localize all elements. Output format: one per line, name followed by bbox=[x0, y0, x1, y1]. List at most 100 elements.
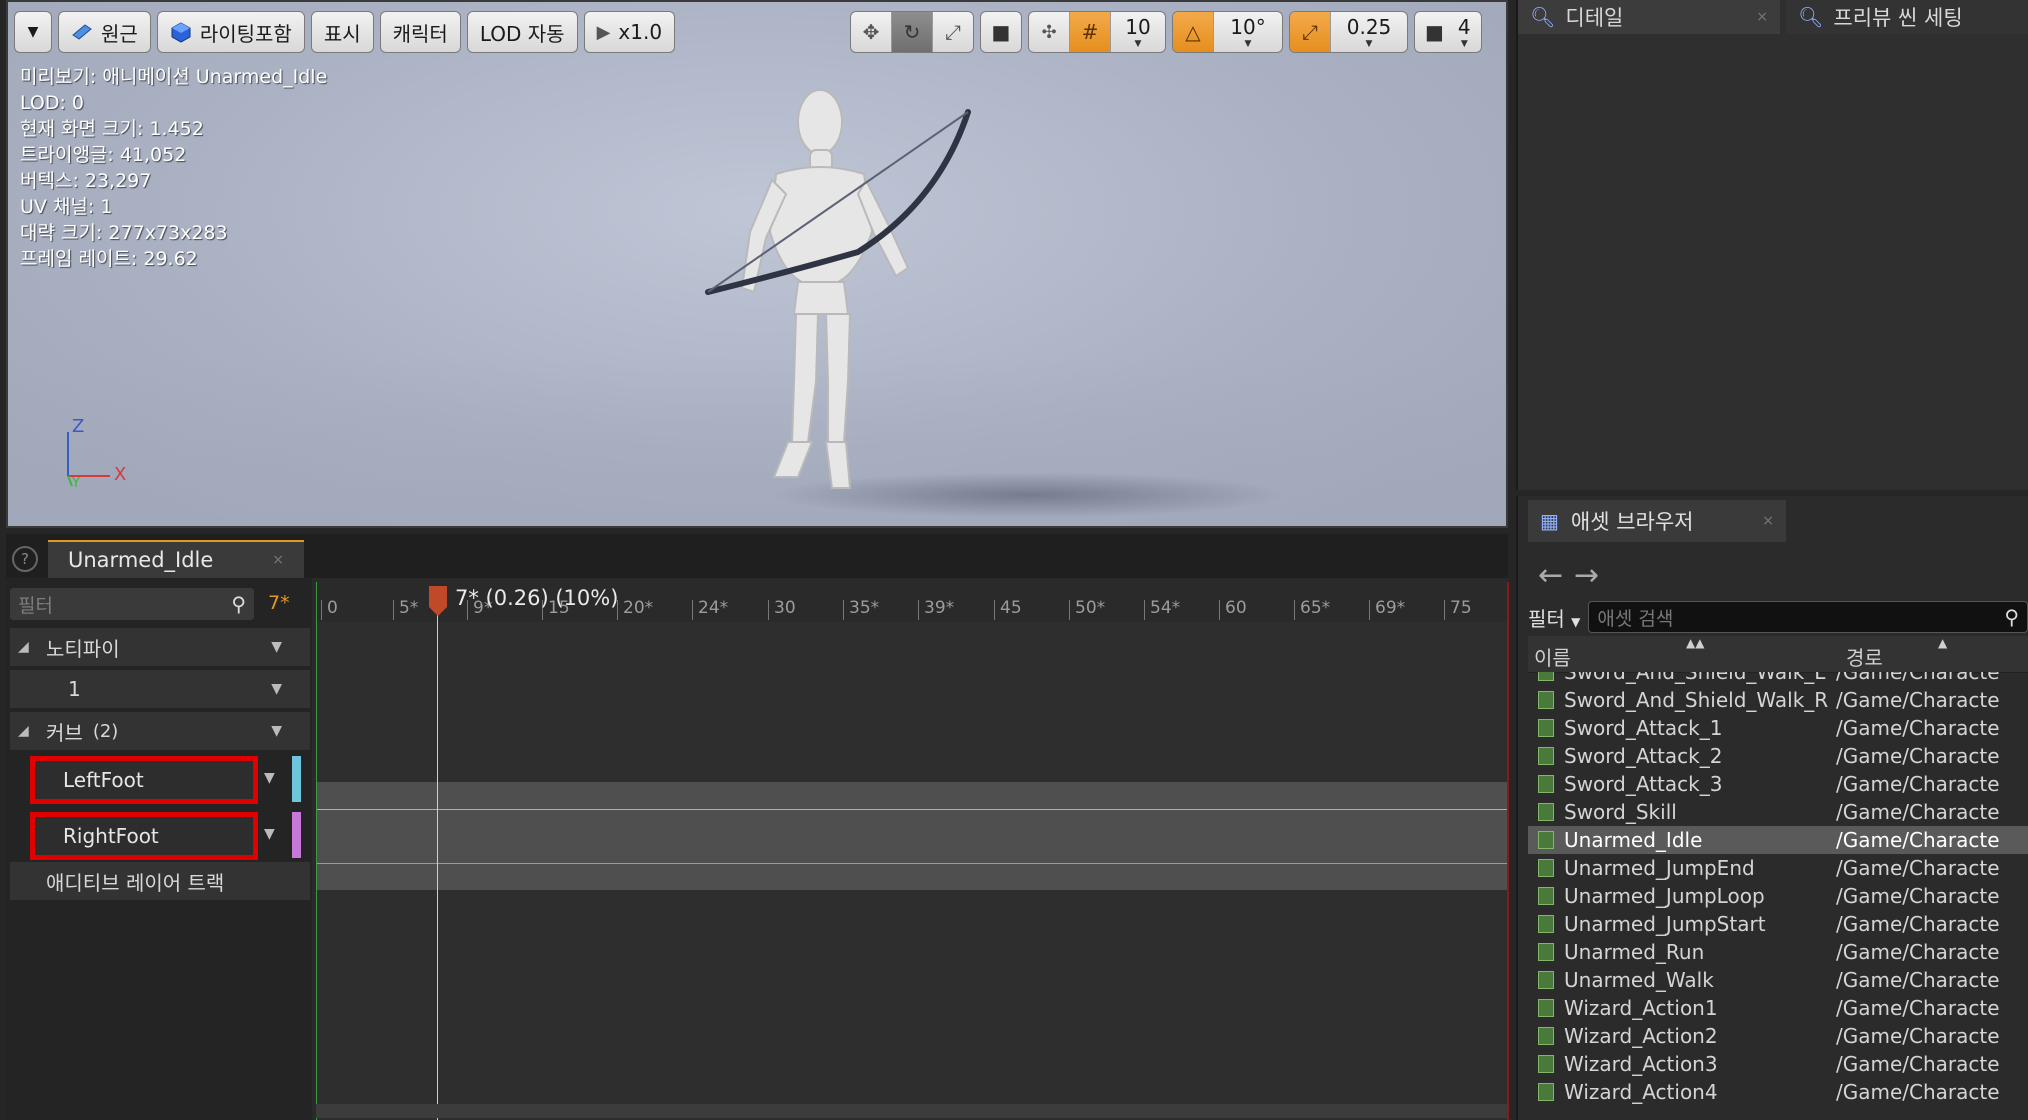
list-item-selected[interactable]: Unarmed_Idle/Game/Characte bbox=[1528, 826, 2028, 854]
asset-name: Sword_And_Shield_Walk_L bbox=[1564, 672, 1826, 684]
search-icon: ⚲ bbox=[231, 592, 246, 616]
ruler-tick: 39* bbox=[917, 598, 955, 620]
character-button[interactable]: 캐릭터 bbox=[379, 11, 461, 53]
chevron-down-icon[interactable]: ▼ bbox=[264, 770, 275, 786]
filter-dropdown[interactable]: 필터 ▼ bbox=[1528, 603, 1580, 632]
anim-sequence-icon bbox=[1538, 831, 1554, 849]
chevron-down-icon[interactable]: ▼ bbox=[264, 826, 275, 842]
list-item[interactable]: Sword_Attack_2/Game/Characte bbox=[1528, 742, 2028, 770]
cube-lit-icon bbox=[171, 22, 191, 43]
tab-asset-browser[interactable]: ▦ 애셋 브라우저 × bbox=[1528, 500, 1786, 542]
asset-path: /Game/Characte bbox=[1836, 744, 2000, 768]
stat-screen-size: 현재 화면 크기: 1.452 bbox=[20, 118, 204, 140]
transform-mode-group: ✥ ↻ ⤢ bbox=[850, 11, 974, 53]
list-item[interactable]: Sword_Attack_1/Game/Characte bbox=[1528, 714, 2028, 742]
close-icon[interactable]: × bbox=[1762, 513, 1774, 529]
rotation-snap-group: △ 10° ▼ bbox=[1172, 11, 1283, 53]
translate-icon[interactable]: ✥ bbox=[851, 12, 892, 52]
column-name[interactable]: 이름 bbox=[1534, 642, 1571, 671]
stat-preview: 미리보기: 애니메이션 Unarmed_Idle bbox=[20, 66, 328, 88]
track-filter-input[interactable]: 필터 ⚲ bbox=[10, 588, 254, 620]
ruler-tick: 30 bbox=[768, 598, 796, 620]
playback-speed-button[interactable]: ▶ x1.0 bbox=[583, 11, 676, 53]
close-icon[interactable]: × bbox=[272, 552, 284, 568]
list-item[interactable]: Unarmed_JumpEnd/Game/Characte bbox=[1528, 854, 2028, 882]
scale-icon[interactable]: ⤢ bbox=[933, 12, 973, 52]
rotation-snap-icon[interactable]: △ bbox=[1173, 12, 1214, 52]
notify-track-row[interactable]: 1 ▼ bbox=[10, 670, 310, 708]
timeline-scrollbar[interactable] bbox=[316, 1104, 1508, 1118]
curve-lane-leftfoot[interactable] bbox=[317, 782, 1509, 836]
list-item[interactable]: Wizard_Action4/Game/Characte bbox=[1528, 1078, 2028, 1106]
preview-viewport[interactable]: ▼ 원근 라이팅포함 표시 캐릭터 LOD 자동 ▶ x1.0 ✥ ↻ ⤢ ■ … bbox=[6, 0, 1508, 528]
grid-snap-icon[interactable]: # bbox=[1070, 12, 1111, 52]
camera-speed-button[interactable]: ■ 4 ▼ bbox=[1414, 11, 1482, 53]
asset-search-input[interactable]: 애셋 검색 ⚲ bbox=[1588, 601, 2028, 633]
timeline-area[interactable]: 0 5* 9* 15 20* 24* 30 35* 39* 45 50* 54*… bbox=[316, 582, 1509, 1120]
curve-rightfoot[interactable]: RightFoot bbox=[30, 812, 258, 860]
back-arrow-icon[interactable]: ← bbox=[1538, 558, 1563, 593]
ruler-tick: 45 bbox=[994, 598, 1022, 620]
rotation-snap-value-button[interactable]: 10° ▼ bbox=[1214, 12, 1282, 52]
chevron-down-icon: ▼ bbox=[27, 24, 39, 40]
show-button[interactable]: 표시 bbox=[310, 11, 374, 53]
tab-unarmed-idle[interactable]: Unarmed_Idle × bbox=[48, 540, 304, 578]
asset-name: Unarmed_Walk bbox=[1564, 968, 1714, 992]
sort-icon: ▲ bbox=[1938, 636, 1948, 650]
curve-leftfoot[interactable]: LeftFoot bbox=[30, 756, 258, 804]
asset-name: Unarmed_Idle bbox=[1564, 828, 1703, 852]
rotate-icon[interactable]: ↻ bbox=[892, 12, 933, 52]
asset-filter-row: 필터 ▼ 애셋 검색 ⚲ bbox=[1528, 600, 2028, 634]
column-path[interactable]: 경로 bbox=[1846, 642, 1883, 671]
viewport-options-button[interactable]: ▼ bbox=[14, 11, 52, 53]
lighting-button[interactable]: 라이팅포함 bbox=[156, 11, 305, 53]
viewport-toolbar-left: ▼ 원근 라이팅포함 표시 캐릭터 LOD 자동 ▶ x1.0 bbox=[14, 10, 676, 54]
surface-snap-icon[interactable]: ✣ bbox=[1029, 12, 1070, 52]
anim-sequence-icon bbox=[1538, 747, 1554, 765]
lighting-label: 라이팅포함 bbox=[199, 21, 292, 46]
notify-header-row[interactable]: ◢ 노티파이 ▼ bbox=[10, 628, 310, 666]
list-item[interactable]: Sword_Attack_3/Game/Characte bbox=[1528, 770, 2028, 798]
asset-path: /Game/Characte bbox=[1836, 772, 2000, 796]
anim-tab-label: Unarmed_Idle bbox=[68, 548, 214, 572]
character-label: 캐릭터 bbox=[392, 21, 448, 46]
help-icon[interactable]: ? bbox=[12, 546, 38, 572]
axis-y-label: Y bbox=[72, 476, 80, 491]
list-item[interactable]: Wizard_Action1/Game/Characte bbox=[1528, 994, 2028, 1022]
list-item[interactable]: Unarmed_JumpStart/Game/Characte bbox=[1528, 910, 2028, 938]
list-item[interactable]: Unarmed_Walk/Game/Characte bbox=[1528, 966, 2028, 994]
tab-preview-scene-settings[interactable]: 🔍︎ 프리뷰 씬 세팅 bbox=[1786, 0, 2028, 34]
forward-arrow-icon[interactable]: → bbox=[1574, 558, 1599, 593]
perspective-button[interactable]: 원근 bbox=[58, 11, 151, 53]
lod-button[interactable]: LOD 자동 bbox=[466, 11, 578, 53]
list-item[interactable]: Wizard_Action2/Game/Characte bbox=[1528, 1022, 2028, 1050]
chevron-down-icon[interactable]: ▼ bbox=[271, 639, 282, 655]
list-item[interactable]: Sword_Skill/Game/Characte bbox=[1528, 798, 2028, 826]
ruler-tick: 50* bbox=[1068, 598, 1106, 620]
lod-label: LOD 자동 bbox=[479, 21, 565, 46]
curves-header-row[interactable]: ◢ 커브 (2) ▼ bbox=[10, 712, 310, 750]
list-item[interactable]: Wizard_Action3/Game/Characte bbox=[1528, 1050, 2028, 1078]
asset-grid-icon: ▦ bbox=[1540, 509, 1559, 533]
additive-track-label: 애디티브 레이어 트랙 bbox=[46, 870, 225, 895]
tab-details[interactable]: 🔍︎ 디테일 × bbox=[1518, 0, 1780, 34]
grid-snap-value-button[interactable]: 10 ▼ bbox=[1111, 12, 1165, 52]
list-item[interactable]: Sword_And_Shield_Walk_R/Game/Characte bbox=[1528, 686, 2028, 714]
chevron-down-icon[interactable]: ▼ bbox=[271, 723, 282, 739]
camera-speed-value: 4 bbox=[1457, 15, 1471, 39]
close-icon[interactable]: × bbox=[1756, 9, 1768, 25]
world-local-button[interactable]: ■ bbox=[980, 11, 1022, 53]
chevron-down-icon[interactable]: ▼ bbox=[271, 681, 282, 697]
collapse-triangle-icon[interactable]: ◢ bbox=[18, 639, 38, 655]
curve-lane-rightfoot[interactable] bbox=[317, 836, 1509, 890]
scale-snap-value-button[interactable]: 0.25 ▼ bbox=[1331, 12, 1407, 52]
list-item[interactable]: Unarmed_Run/Game/Characte bbox=[1528, 938, 2028, 966]
collapse-triangle-icon[interactable]: ◢ bbox=[18, 723, 38, 739]
curves-count: (2) bbox=[92, 720, 119, 742]
scale-snap-icon[interactable]: ⤢ bbox=[1290, 12, 1331, 52]
list-item[interactable]: Unarmed_JumpLoop/Game/Characte bbox=[1528, 882, 2028, 910]
asset-path: /Game/Characte bbox=[1836, 968, 2000, 992]
list-item[interactable]: Sword_And_Shield_Walk_L/Game/Characte bbox=[1528, 672, 2028, 686]
additive-track-row[interactable]: 애디티브 레이어 트랙 bbox=[10, 862, 310, 900]
ruler-tick: 20* bbox=[616, 598, 654, 620]
